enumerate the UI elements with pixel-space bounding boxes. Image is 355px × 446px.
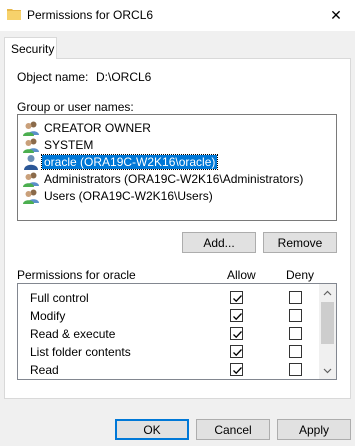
object-name-label: Object name: (17, 70, 89, 84)
tab-security[interactable]: Security (4, 37, 57, 59)
allow-read-checkbox[interactable] (230, 363, 243, 376)
permission-row-read-execute: Read & execute (18, 325, 318, 343)
object-name-value: D:\ORCL6 (96, 70, 152, 84)
chevron-down-icon (323, 368, 332, 373)
allow-full-control-checkbox[interactable] (230, 291, 243, 304)
allow-list-folder-contents-checkbox[interactable] (230, 345, 243, 358)
deny-column-header: Deny (286, 268, 315, 282)
deny-modify-checkbox[interactable] (289, 309, 302, 322)
chevron-up-icon (323, 290, 332, 295)
deny-read-execute-checkbox[interactable] (289, 327, 302, 340)
permission-row-read: Read (18, 361, 318, 379)
single-user-icon (24, 154, 38, 170)
group-users-icon (23, 138, 39, 153)
deny-list-folder-contents-checkbox[interactable] (289, 345, 302, 358)
allow-modify-checkbox[interactable] (230, 309, 243, 322)
checkmark-icon (233, 313, 242, 321)
list-item-creator-owner[interactable]: CREATOR OWNER (20, 119, 336, 136)
title-bar: Permissions for ORCL6 ✕ (0, 0, 355, 31)
ok-button[interactable]: OK (115, 419, 189, 440)
close-button[interactable]: ✕ (318, 2, 354, 28)
checkmark-icon (233, 349, 242, 357)
list-item-administrators[interactable]: Administrators (ORA19C-W2K16\Administrat… (20, 170, 336, 187)
deny-full-control-checkbox[interactable] (289, 291, 302, 304)
group-users-icon (23, 121, 39, 136)
permission-row-modify: Modify (18, 307, 318, 325)
deny-read-checkbox[interactable] (289, 363, 302, 376)
cancel-button[interactable]: Cancel (196, 419, 270, 440)
apply-button[interactable]: Apply (277, 419, 351, 440)
group-user-list[interactable]: CREATOR OWNER SYSTEM oracle (ORA19C-W2K1… (17, 114, 337, 221)
group-user-names-label: Group or user names: (17, 100, 134, 114)
group-users-icon (23, 189, 39, 204)
checkmark-icon (233, 367, 242, 375)
permission-row-list-folder-contents: List folder contents (18, 343, 318, 361)
checkmark-icon (233, 331, 242, 339)
allow-column-header: Allow (227, 268, 256, 282)
permission-row-full-control: Full control (18, 289, 318, 307)
checkmark-icon (233, 295, 242, 303)
list-item-system[interactable]: SYSTEM (20, 136, 336, 153)
list-item-users[interactable]: Users (ORA19C-W2K16\Users) (20, 187, 336, 204)
add-button[interactable]: Add... (182, 232, 256, 253)
permissions-scrollbar[interactable] (319, 284, 336, 379)
list-item-oracle[interactable]: oracle (ORA19C-W2K16\oracle) (20, 153, 336, 170)
remove-button[interactable]: Remove (263, 232, 337, 253)
close-icon: ✕ (330, 6, 342, 23)
group-users-icon (23, 172, 39, 187)
scroll-thumb[interactable] (321, 302, 334, 344)
permissions-label: Permissions for oracle (17, 268, 136, 282)
folder-icon (7, 9, 21, 20)
scroll-up-arrow[interactable] (319, 284, 336, 301)
permissions-list: Full control Modify Read & execute List … (17, 283, 337, 380)
window-title: Permissions for ORCL6 (27, 8, 154, 22)
allow-read-execute-checkbox[interactable] (230, 327, 243, 340)
scroll-down-arrow[interactable] (319, 362, 336, 379)
permission-row-partial (18, 379, 318, 380)
